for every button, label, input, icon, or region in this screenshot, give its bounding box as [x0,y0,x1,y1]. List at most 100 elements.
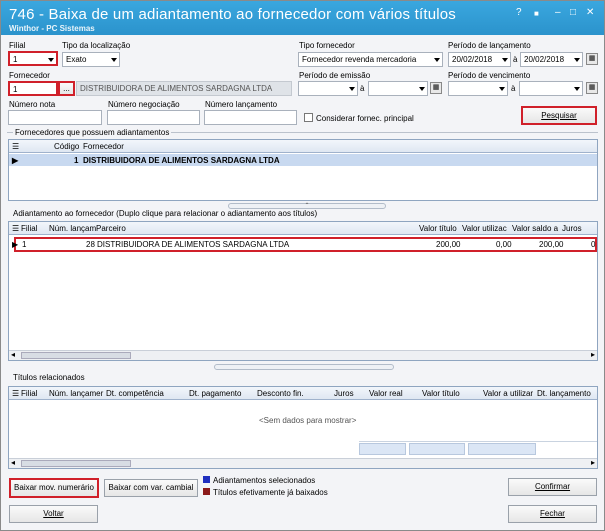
scrollbar-thumb[interactable] [21,352,131,359]
numero-negociacao-input[interactable] [107,110,200,125]
periodo-lancamento-label: Período de lançamento [448,41,531,50]
fornecedores-section-title: Fornecedores que possuem adiantamentos [13,128,172,137]
periodo-vencimento-ate-input[interactable] [519,81,583,96]
cell-valor-titulo: 200,00 [436,240,461,249]
scroll-right-icon[interactable]: ▸ [591,350,595,359]
adiantamento-section-title: Adiantamento ao fornecedor (Duplo clique… [13,209,318,218]
periodo-lancamento-de-input[interactable]: 20/02/2018 [448,52,511,67]
scroll-left-icon[interactable]: ◂ [11,458,15,467]
fechar-label: Fechar [540,509,565,518]
fechar-button[interactable]: Fechar [508,505,597,523]
cell-juros: 0 [591,240,596,249]
tipo-fornecedor-label: Tipo fornecedor [299,41,355,50]
fornecedores-grid-header: ☰ Código Fornecedor [9,140,597,153]
pesquisar-label: Pesquisar [541,111,577,120]
col-valor-titulo[interactable]: Valor título [422,389,460,398]
filial-label: Filial [9,41,26,50]
calendar-icon[interactable]: ▦ [586,53,598,65]
fornecedor-name-field: DISTRIBUIDORA DE ALIMENTOS SARDAGNA LTDA [76,81,292,96]
window: 746 - Baixa de um adiantamento ao fornec… [0,0,605,531]
chevron-down-icon [349,87,355,91]
col-juros[interactable]: Juros [334,389,354,398]
pin-icon[interactable]: ■ [534,9,539,18]
periodo-vencimento-de-input[interactable] [448,81,508,96]
numero-lancamento-input[interactable] [204,110,297,125]
table-row[interactable]: ▶ 1 28 DISTRIBUIDORA DE ALIMENTOS SARDAG… [12,237,597,252]
titulos-grid-header: ☰ Filial Núm. lançamer Dt. competência D… [9,387,597,400]
minimize-icon[interactable]: – [555,7,561,18]
col-fornecedor[interactable]: Fornecedor [83,142,124,151]
periodo-lancamento-de-value: 20/02/2018 [452,55,493,64]
periodo-vencimento-a-label: à [511,84,516,93]
grid-menu-icon[interactable]: ☰ [12,142,19,151]
tipo-localizacao-select[interactable]: Exato [62,52,120,67]
col-valor-titulo[interactable]: Valor título [419,224,457,233]
fornecedores-grid[interactable]: ☰ Código Fornecedor ▶ 1 DISTRIBUIDORA DE… [8,139,598,201]
horizontal-scrollbar[interactable]: ◂ ▸ [9,350,597,360]
col-desconto-fin[interactable]: Desconto fin. [257,389,304,398]
col-juros[interactable]: Juros [562,224,582,233]
title-bar[interactable]: 746 - Baixa de um adiantamento ao fornec… [1,1,604,35]
calendar-icon[interactable]: ▦ [586,82,598,94]
fornecedor-code-value: 1 [13,85,18,94]
confirmar-label: Confirmar [534,482,571,491]
periodo-emissao-a-label: à [360,84,365,93]
maximize-icon[interactable]: □ [570,7,576,18]
totals-row [359,441,597,455]
legend-baixados-label: Títulos efetivamente já baixados [213,488,328,497]
titulos-grid[interactable]: ☰ Filial Núm. lançamer Dt. competência D… [8,386,598,469]
chevron-down-icon [574,58,580,62]
tipo-fornecedor-select[interactable]: Fornecedor revenda mercadoria [298,52,443,67]
fornecedor-label: Fornecedor [9,71,50,80]
periodo-emissao-ate-input[interactable] [368,81,428,96]
grid-menu-icon[interactable]: ☰ [12,389,19,398]
calendar-icon[interactable]: ▦ [430,82,442,94]
col-valor-real[interactable]: Valor real [369,389,403,398]
cell-fornecedor: DISTRIBUIDORA DE ALIMENTOS SARDAGNA LTDA [83,156,280,165]
col-num-lancamento[interactable]: Núm. lançamer [49,389,103,398]
window-subtitle: Winthor - PC Sistemas [9,24,95,33]
table-row[interactable]: ▶ 1 DISTRIBUIDORA DE ALIMENTOS SARDAGNA … [9,154,597,166]
tipo-fornecedor-value: Fornecedor revenda mercadoria [302,55,417,64]
scrollbar-thumb[interactable] [21,460,131,467]
col-dt-competencia[interactable]: Dt. competência [106,389,164,398]
col-num-lancamento[interactable]: Núm. lançam [49,224,96,233]
col-filial[interactable]: Filial [21,389,37,398]
help-icon[interactable]: ? [516,7,522,18]
col-valor-utilizar[interactable]: Valor a utilizar [483,389,533,398]
col-dt-pagamento[interactable]: Dt. pagamento [189,389,241,398]
confirmar-button[interactable]: Confirmar [508,478,597,496]
col-parceiro[interactable]: Parceiro [96,224,126,233]
numero-nota-input[interactable] [8,110,102,125]
periodo-lancamento-ate-value: 20/02/2018 [524,55,565,64]
scroll-left-icon[interactable]: ◂ [11,350,15,359]
tipo-localizacao-label: Tipo da localização [62,41,131,50]
chevron-down-icon [48,58,54,62]
col-valor-utilizado[interactable]: Valor utilizac [462,224,507,233]
col-codigo[interactable]: Código [54,142,79,151]
periodo-emissao-de-input[interactable] [298,81,358,96]
col-valor-saldo[interactable]: Valor saldo a [512,224,558,233]
periodo-lancamento-a-label: à [513,55,518,64]
scroll-right-icon[interactable]: ▸ [591,458,595,467]
voltar-button[interactable]: Voltar [9,505,98,523]
periodo-lancamento-ate-input[interactable]: 20/02/2018 [520,52,583,67]
baixar-var-cambial-button[interactable]: Baixar com var. cambial [104,479,198,497]
col-dt-lancamento[interactable]: Dt. lançamento [537,389,591,398]
pesquisar-button[interactable]: Pesquisar [521,106,597,125]
legend-selected-swatch [203,476,210,483]
baixar-mov-numerario-button[interactable]: Baixar mov. numerário [9,478,99,498]
grid-menu-icon[interactable]: ☰ [12,224,19,233]
adiantamento-grid[interactable]: ☰ Filial Núm. lançam Parceiro Valor títu… [8,221,598,361]
chevron-down-icon [574,87,580,91]
fornecedor-lookup-button[interactable]: ... [58,81,75,96]
close-icon[interactable]: ✕ [586,7,594,18]
considerar-checkbox[interactable] [304,113,313,122]
horizontal-scrollbar[interactable]: ◂ ▸ [9,458,597,468]
total-cell [409,443,465,455]
col-filial[interactable]: Filial [21,224,37,233]
filial-select[interactable]: 1 [8,51,58,66]
voltar-label: Voltar [43,509,64,518]
splitter-handle[interactable] [214,364,394,370]
fornecedor-code-input[interactable]: 1 [8,81,58,96]
